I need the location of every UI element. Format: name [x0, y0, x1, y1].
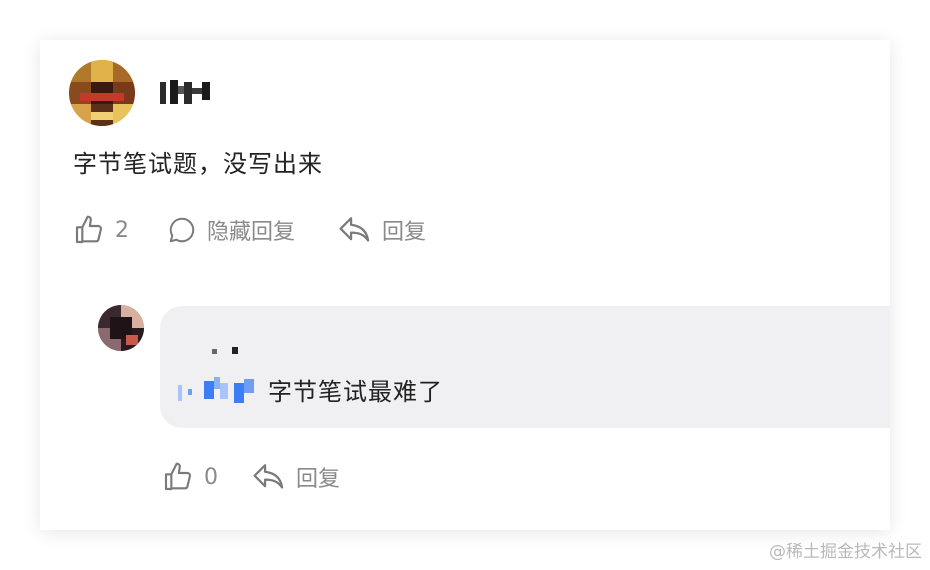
reply-avatar[interactable]: [98, 305, 144, 351]
watermark: @稀土掘金技术社区: [769, 542, 922, 562]
reply-arrow-icon: [338, 215, 372, 245]
reply-label: 回复: [382, 220, 427, 245]
like-button[interactable]: 2: [73, 214, 129, 246]
hide-replies-label: 隐藏回复: [207, 220, 296, 245]
reply-button[interactable]: 回复: [338, 214, 426, 246]
reply-bubble: 字节笔试最难了: [160, 306, 890, 428]
reply-reply-label: 回复: [296, 467, 341, 492]
comment-bubble-icon: [167, 215, 197, 245]
thumbs-up-icon: [73, 214, 105, 246]
mention-redacted[interactable]: [178, 375, 260, 405]
username-redacted[interactable]: [158, 76, 218, 106]
reply-username-redacted[interactable]: [210, 342, 246, 356]
reply-like-button[interactable]: 0: [162, 461, 218, 493]
reply-reply-button[interactable]: 回复: [252, 461, 340, 493]
reply-text: 字节笔试最难了: [268, 378, 443, 406]
hide-replies-button[interactable]: 隐藏回复: [167, 214, 295, 246]
comment-text: 字节笔试题，没写出来: [73, 150, 323, 178]
avatar[interactable]: [69, 60, 135, 126]
thumbs-up-icon: [162, 461, 194, 493]
reply-arrow-icon: [252, 462, 286, 492]
like-count: 2: [115, 217, 129, 243]
comment-card: 字节笔试题，没写出来 2 隐藏回复 回复 字节笔试最难了 0 回复: [40, 40, 890, 530]
reply-like-count: 0: [204, 464, 218, 490]
reply-content: 字节笔试最难了: [178, 372, 443, 407]
